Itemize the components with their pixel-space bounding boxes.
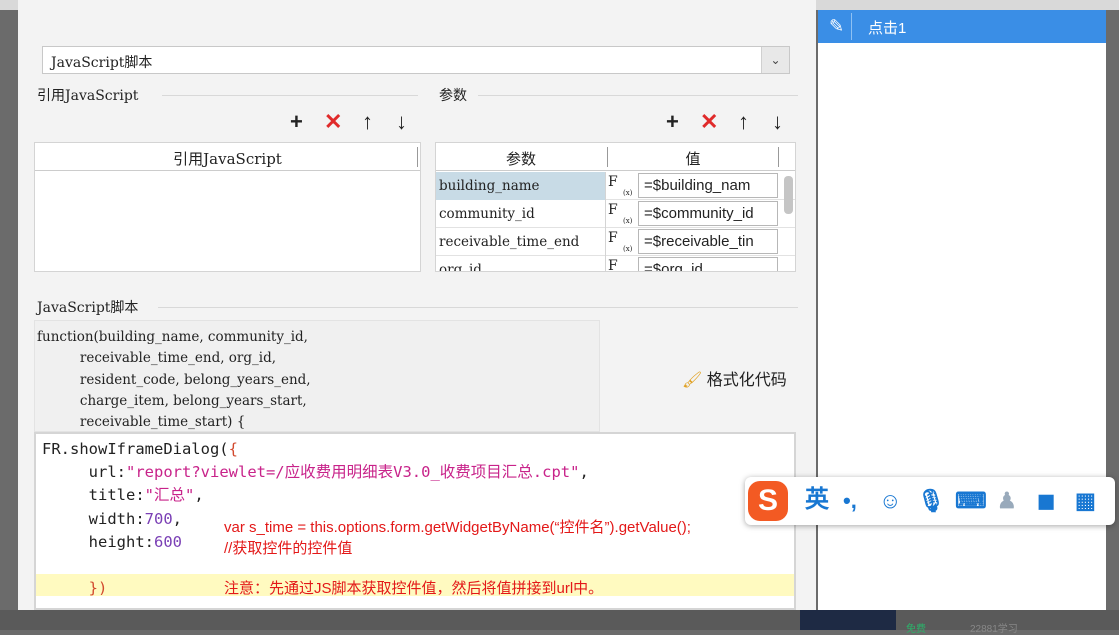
formula-icon[interactable]: F (x) — [608, 202, 636, 226]
delete-icon[interactable]: ✕ — [324, 111, 342, 133]
format-code-label: 格式化代码 — [706, 372, 787, 389]
script-type-select[interactable]: JavaScript脚本 ⌄ — [42, 46, 790, 74]
param-name: receivable_time_end — [436, 228, 606, 256]
params-divider — [478, 95, 798, 96]
javascript-dialog: JavaScript脚本 ⌄ 引用JavaScript + ✕ ↑ ↓ 引用Ja… — [18, 0, 816, 610]
column-separator — [417, 147, 418, 167]
punctuation-icon[interactable]: •, — [843, 488, 857, 514]
param-row[interactable]: receivable_time_end F (x) =$receivable_ti… — [436, 228, 795, 256]
microphone-icon[interactable]: 🎙 — [917, 488, 945, 514]
formula-icon[interactable]: F(x) — [608, 258, 636, 272]
code-close: }) — [88, 579, 108, 598]
formula-sub: (x) — [623, 189, 633, 197]
sogou-logo-icon[interactable]: S — [748, 481, 788, 521]
ref-js-table-header: 引用JavaScript — [35, 143, 420, 171]
arrow-down-icon[interactable]: ↓ — [396, 111, 407, 133]
params-table: 参数 值 building_name F (x) =$building_nam c… — [435, 142, 796, 272]
params-scrollbar[interactable] — [784, 176, 793, 214]
background-page-strip: 免费 22881学习 — [0, 610, 1119, 635]
annotation-notice: 注意：先通过JS脚本获取控件值，然后将值拼接到url中。 — [224, 580, 604, 597]
ref-js-divider — [162, 95, 418, 96]
param-value-input[interactable]: =$building_nam — [638, 173, 778, 198]
background-thumbnail — [800, 610, 896, 630]
edit-icon[interactable]: ✎ — [822, 13, 852, 40]
param-name: community_id — [436, 200, 606, 228]
script-type-value: JavaScript脚本 — [51, 55, 153, 71]
event-item-selected[interactable]: ✎ 点击1 — [818, 10, 1106, 43]
js-script-divider — [158, 307, 798, 308]
ref-js-table: 引用JavaScript — [34, 142, 421, 272]
formula-label: F — [608, 258, 618, 272]
background-free-label: 免费 — [906, 624, 926, 635]
param-value-input[interactable]: =$org_id — [638, 257, 778, 271]
annotation-comment: //获取控件的控件值 — [224, 540, 353, 557]
keyboard-icon[interactable]: ⌨ — [955, 488, 987, 514]
add-icon[interactable]: + — [290, 111, 303, 133]
function-signature: function(building_name, community_id, re… — [34, 320, 600, 432]
formula-sub: (x) — [623, 245, 633, 253]
ref-js-column-header: 引用JavaScript — [173, 150, 282, 168]
move-down-param-icon[interactable]: ↓ — [772, 111, 783, 133]
language-toggle[interactable]: 英 — [805, 487, 829, 513]
code-width-value: 700 — [144, 509, 173, 528]
broom-icon: 🖌 — [682, 372, 703, 389]
event-item-label: 点击1 — [868, 20, 907, 37]
code-url-key: url: — [88, 463, 126, 482]
code-width-key: width: — [88, 509, 145, 528]
param-name: org_id — [436, 256, 606, 271]
ref-js-title: 引用JavaScript — [37, 88, 139, 104]
chevron-down-icon[interactable]: ⌄ — [761, 47, 789, 73]
param-row[interactable]: building_name F (x) =$building_nam — [436, 172, 795, 200]
param-row[interactable]: org_id F(x) =$org_id — [436, 256, 795, 272]
user-icon[interactable]: ♟ — [997, 488, 1017, 514]
params-table-header: 参数 值 — [436, 143, 795, 171]
emoji-icon[interactable]: ☺ — [879, 488, 901, 514]
add-param-icon[interactable]: + — [666, 111, 679, 133]
skin-icon[interactable]: ◼ — [1037, 488, 1055, 514]
code-call: FR.showIframeDialog( — [42, 440, 229, 458]
code-height-value: 600 — [154, 532, 182, 551]
ime-toolbar: S 英 •, ☺ 🎙 ⌨ ♟ ◼ ▦ — [745, 477, 1115, 525]
formula-icon[interactable]: F (x) — [608, 230, 636, 254]
param-name: building_name — [436, 172, 606, 200]
code-brace: { — [228, 440, 238, 458]
move-up-param-icon[interactable]: ↑ — [738, 111, 749, 133]
delete-param-icon[interactable]: ✕ — [700, 111, 718, 133]
js-script-title: JavaScript脚本 — [37, 300, 139, 316]
code-height-key: height: — [88, 532, 154, 551]
params-title: 参数 — [439, 87, 467, 103]
formula-sub: (x) — [623, 217, 633, 225]
grid-menu-icon[interactable]: ▦ — [1075, 488, 1096, 514]
value-column-header: 值 — [685, 151, 701, 168]
code-title-value: "汇总" — [144, 486, 195, 505]
formula-icon[interactable]: F (x) — [608, 174, 636, 198]
formula-label: F — [608, 174, 618, 190]
param-value-input[interactable]: =$community_id — [638, 201, 778, 226]
annotation-get-value: var s_time = this.options.form.getWidget… — [224, 519, 691, 536]
param-row[interactable]: community_id F (x) =$community_id — [436, 200, 795, 228]
formula-label: F — [608, 230, 618, 246]
format-code-button[interactable]: 🖌 格式化代码 — [682, 366, 787, 390]
code-title-key: title: — [88, 486, 145, 505]
background-learn-label: 22881学习 — [970, 624, 1018, 635]
code-url-value: "report?viewlet=/应收费用明细表V3.0_收费项目汇总.cpt" — [126, 463, 580, 482]
code-editor[interactable]: FR.showIframeDialog({ url:"report?viewle… — [34, 432, 796, 610]
param-column-header: 参数 — [505, 151, 536, 168]
param-value-input[interactable]: =$receivable_tin — [638, 229, 778, 254]
column-separator — [778, 147, 779, 167]
arrow-up-icon[interactable]: ↑ — [362, 111, 373, 133]
formula-label: F — [608, 202, 618, 218]
